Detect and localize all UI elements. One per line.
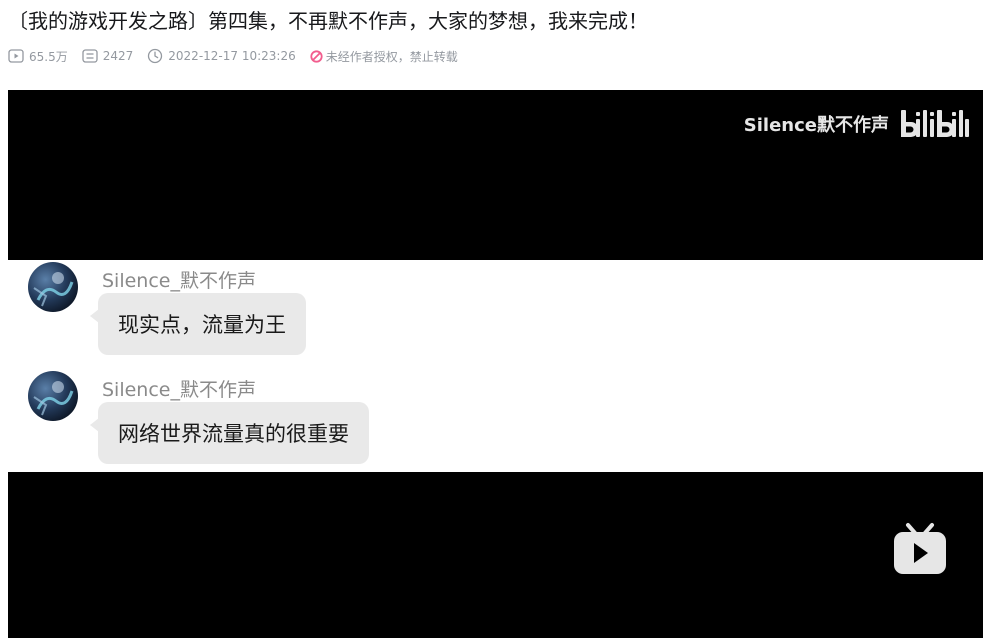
copyright-notice: 未经作者授权，禁止转载 [310,48,458,65]
chat-bubble: 网络世界流量真的很重要 [90,402,369,464]
video-meta-bar: 65.5万 2427 2022-12-17 10:23:26 未经作者授权，禁止… [8,46,458,66]
view-count: 65.5万 [8,48,68,65]
chat-screenshot-panel: Silence_默不作声 现实点，流量为王 Silence_默不作声 网络世界流… [8,260,983,472]
uploader-watermark: Silence默不作声 [744,108,969,140]
publish-time-value: 2022-12-17 10:23:26 [168,49,296,63]
clock-icon [148,48,163,64]
chat-sender-name: Silence_默不作声 [102,379,256,401]
no-reprint-icon [310,49,323,63]
chat-bubble: 现实点，流量为王 [90,293,306,355]
publish-time: 2022-12-17 10:23:26 [147,48,296,64]
chat-sender-name: Silence_默不作声 [102,270,256,292]
video-title: 〔我的游戏开发之路〕第四集，不再默不作声，大家的梦想，我来完成！ [8,9,648,33]
watermark-name: Silence默不作声 [743,115,889,136]
video-player[interactable]: Silence默不作声 Silence_默不作声 现实点，流量为王 Silenc… [8,90,983,638]
copyright-notice-text: 未经作者授权，禁止转载 [325,49,458,64]
avatar [28,371,78,421]
play-count-icon [8,49,24,63]
danmaku-count: 2427 [82,49,134,63]
danmaku-icon [82,49,98,63]
bilibili-logo-icon [901,110,969,137]
danmaku-count-value: 2427 [102,49,134,63]
avatar [28,262,78,312]
bilibili-tv-icon[interactable] [892,522,948,576]
view-count-value: 65.5万 [29,49,68,64]
